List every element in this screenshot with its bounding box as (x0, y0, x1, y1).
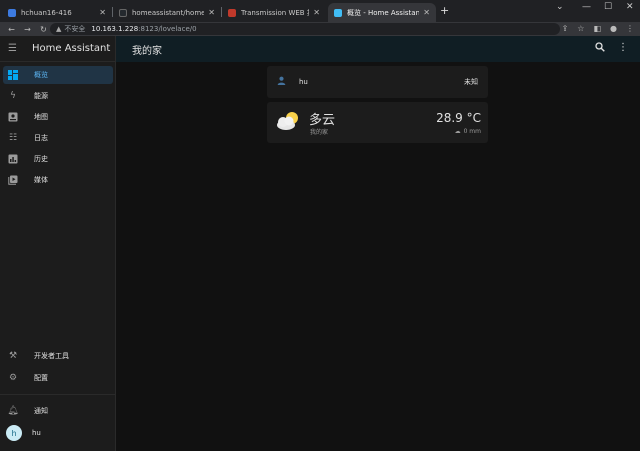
tab-favicon-icon (228, 8, 236, 17)
sidebar-item-notifications[interactable]: 🔔︎ 通知 (3, 402, 113, 420)
sidebar-item-label: 配置 (34, 374, 48, 382)
menu-toggle-icon[interactable]: ☰ (8, 43, 22, 54)
lightning-icon: ϟ (10, 91, 16, 101)
sidebar-item-developer-tools[interactable]: ⚒ 开发者工具 (3, 347, 113, 365)
tab-title: 概览 - Home Assistant (347, 8, 420, 17)
sidebar-item-label: 地图 (34, 113, 48, 121)
app-header: 我的家 ⋮ (116, 36, 640, 62)
map-icon (8, 112, 18, 122)
sidebar-item-label: 日志 (34, 134, 48, 142)
insecure-label: 不安全 (64, 25, 86, 33)
entity-row-person[interactable]: hu 未知 (267, 66, 488, 98)
browser-tab-active[interactable]: 概览 - Home Assistant ✕ (328, 3, 436, 22)
divider (0, 394, 116, 395)
weather-card[interactable]: 多云 我的家 28.9 °C ☁ 0 mm (267, 102, 488, 143)
sidebar-item-settings[interactable]: ⚙ 配置 (3, 369, 113, 387)
tab-favicon-icon (119, 8, 127, 17)
gear-icon: ⚙ (8, 373, 18, 383)
sidebar-item-label: 能源 (34, 92, 48, 100)
search-icon[interactable] (595, 42, 605, 55)
dashboard-icon (8, 70, 18, 80)
partly-cloudy-icon (275, 111, 301, 131)
more-menu-icon[interactable]: ⋮ (626, 24, 634, 33)
browser-toolbar: ← → ↻ ▲ 不安全 10.163.1.228:8123/lovelace/0… (0, 22, 640, 36)
list-icon: ☷ (8, 133, 18, 143)
rain-cloud-icon: ☁ (454, 128, 461, 135)
sidebar-item-logbook[interactable]: ☷ 日志 (3, 129, 113, 147)
bookmark-star-icon[interactable]: ☆ (577, 24, 584, 33)
sidebar-item-label: 媒体 (34, 176, 48, 184)
share-icon[interactable]: ⇪ (562, 24, 569, 33)
sidebar: ☰ Home Assistant 概览 ϟ 能源 地图 ☷ 日志 历史 媒体 ⚒… (0, 36, 116, 451)
url-path: :8123/lovelace/0 (138, 25, 197, 33)
weather-location: 我的家 (310, 129, 329, 136)
chart-icon (8, 154, 18, 164)
weather-temperature: 28.9 °C (436, 111, 481, 125)
more-options-icon[interactable]: ⋮ (618, 42, 628, 53)
page-title: 我的家 (132, 45, 162, 57)
close-icon[interactable]: ✕ (99, 8, 106, 17)
entity-name: hu (299, 78, 308, 86)
tab-title: Transmission WEB 控制器 1.6.1 (241, 8, 309, 17)
browser-tab-strip: hchuan16-416 ✕ homeassistant/home-assist… (0, 0, 640, 22)
tab-title: homeassistant/home-assistant (132, 8, 205, 17)
close-icon[interactable]: ✕ (423, 8, 430, 17)
sidebar-item-label: 概览 (34, 71, 48, 79)
hammer-icon: ⚒ (8, 351, 18, 361)
tab-favicon-icon (334, 8, 342, 17)
address-bar[interactable]: ▲ 不安全 10.163.1.228:8123/lovelace/0 (50, 23, 560, 35)
precipitation-value: 0 mm (463, 128, 481, 135)
minimize-icon[interactable]: — (582, 2, 591, 12)
browser-tab[interactable]: homeassistant/home-assistant ✕ (113, 3, 221, 22)
close-icon[interactable]: ✕ (313, 8, 320, 17)
app-title: Home Assistant (32, 43, 111, 54)
forward-icon[interactable]: → (23, 25, 32, 34)
entities-card: hu 未知 (267, 66, 488, 98)
weather-precipitation: ☁ 0 mm (455, 128, 481, 135)
sidebar-item-media[interactable]: 媒体 (3, 171, 113, 189)
warning-icon[interactable]: ▲ (56, 25, 61, 33)
sidebar-item-energy[interactable]: ϟ 能源 (3, 87, 113, 105)
reload-icon[interactable]: ↻ (39, 25, 48, 34)
browser-tab[interactable]: Transmission WEB 控制器 1.6.1 ✕ (222, 3, 326, 22)
sidebar-header: ☰ Home Assistant (0, 36, 115, 62)
back-icon[interactable]: ← (7, 25, 16, 34)
tab-favicon-icon (8, 8, 16, 17)
chevron-down-icon[interactable]: ⌄ (556, 2, 564, 12)
media-icon (8, 175, 18, 185)
sidebar-panel-icon[interactable]: ◧ (593, 24, 601, 33)
user-name: hu (32, 429, 41, 437)
maximize-icon[interactable]: ☐ (604, 2, 612, 12)
sidebar-item-profile[interactable]: h hu (3, 424, 113, 442)
weather-condition: 多云 (309, 113, 336, 128)
sidebar-item-overview[interactable]: 概览 (3, 66, 113, 84)
sidebar-item-map[interactable]: 地图 (3, 108, 113, 126)
sidebar-item-label: 通知 (34, 407, 48, 415)
bell-icon: 🔔︎ (7, 406, 19, 416)
tab-title: hchuan16-416 (21, 8, 72, 17)
window-close-icon[interactable]: ✕ (626, 2, 634, 12)
person-icon (277, 76, 289, 88)
browser-tab[interactable]: hchuan16-416 ✕ (2, 3, 112, 22)
dashboard-view: hu 未知 多云 我的家 28.9 °C ☁ 0 mm (116, 62, 640, 451)
sidebar-item-label: 历史 (34, 155, 48, 163)
url-host: 10.163.1.228 (91, 25, 139, 33)
sidebar-item-label: 开发者工具 (34, 352, 69, 360)
new-tab-button[interactable]: + (440, 4, 449, 17)
entity-state: 未知 (464, 78, 478, 86)
sidebar-item-history[interactable]: 历史 (3, 150, 113, 168)
close-icon[interactable]: ✕ (208, 8, 215, 17)
profile-icon[interactable]: ● (610, 24, 617, 33)
avatar: h (6, 425, 22, 441)
